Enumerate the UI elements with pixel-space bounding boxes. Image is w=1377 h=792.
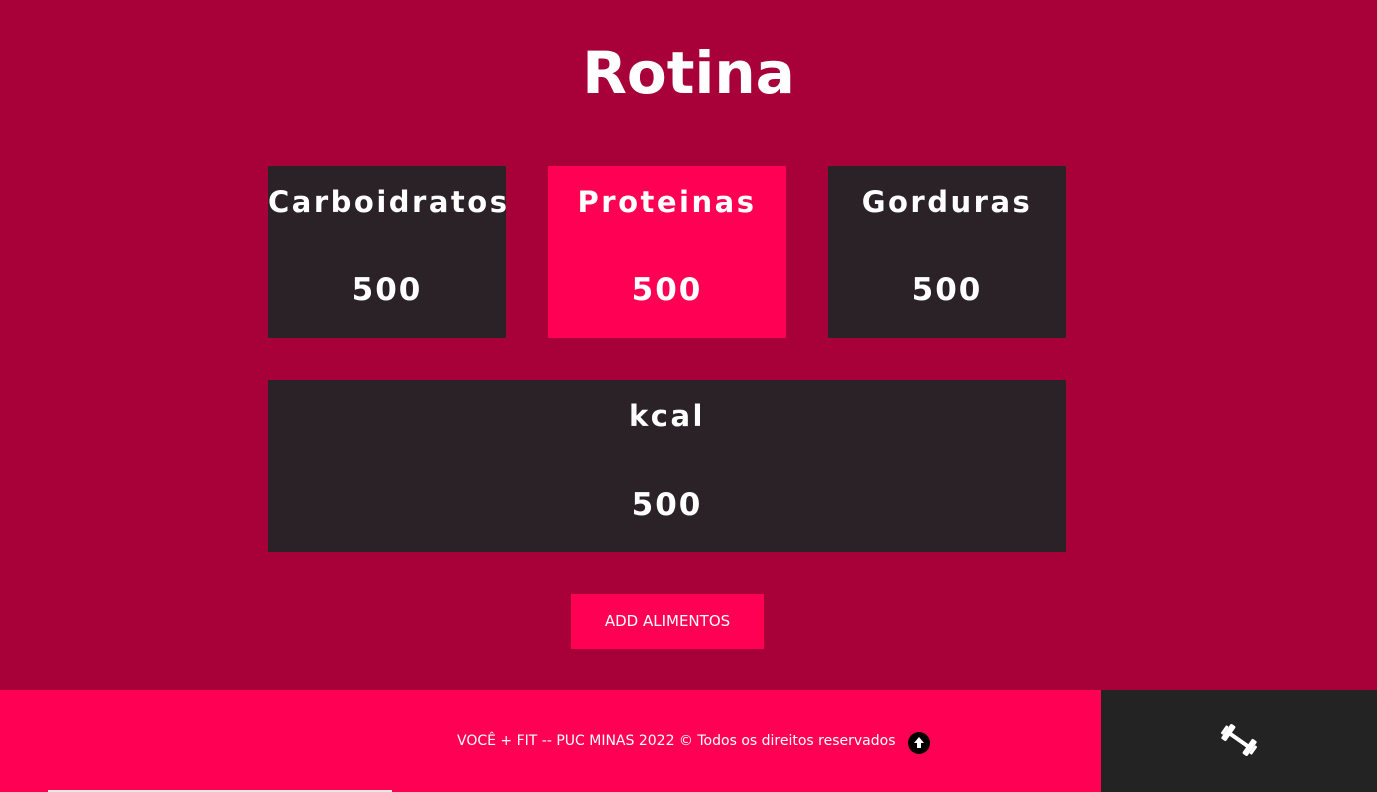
kcal-card: kcal 500 <box>268 380 1066 552</box>
protein-label: Proteinas <box>577 185 757 219</box>
footer-copyright: VOCÊ + FIT -- PUC MINAS 2022 © Todos os … <box>457 733 896 749</box>
protein-card: Proteinas 500 <box>548 166 786 338</box>
kcal-value: 500 <box>631 487 703 523</box>
fat-card: Gorduras 500 <box>828 166 1066 338</box>
fat-value: 500 <box>911 272 983 308</box>
dumbbell-icon[interactable] <box>1219 720 1259 760</box>
fat-label: Gorduras <box>861 185 1033 219</box>
gym-panel <box>1101 690 1377 792</box>
add-food-button[interactable]: ADD ALIMENTOS <box>571 594 764 649</box>
footer: VOCÊ + FIT -- PUC MINAS 2022 © Todos os … <box>0 690 1101 792</box>
arrow-up-circle-icon[interactable] <box>908 732 930 754</box>
page-title: Rotina <box>582 39 795 107</box>
protein-value: 500 <box>631 272 703 308</box>
carbs-value: 500 <box>351 272 423 308</box>
carbs-label: Carboidratos <box>268 185 510 219</box>
kcal-label: kcal <box>629 399 705 433</box>
carbs-card: Carboidratos 500 <box>268 166 510 338</box>
